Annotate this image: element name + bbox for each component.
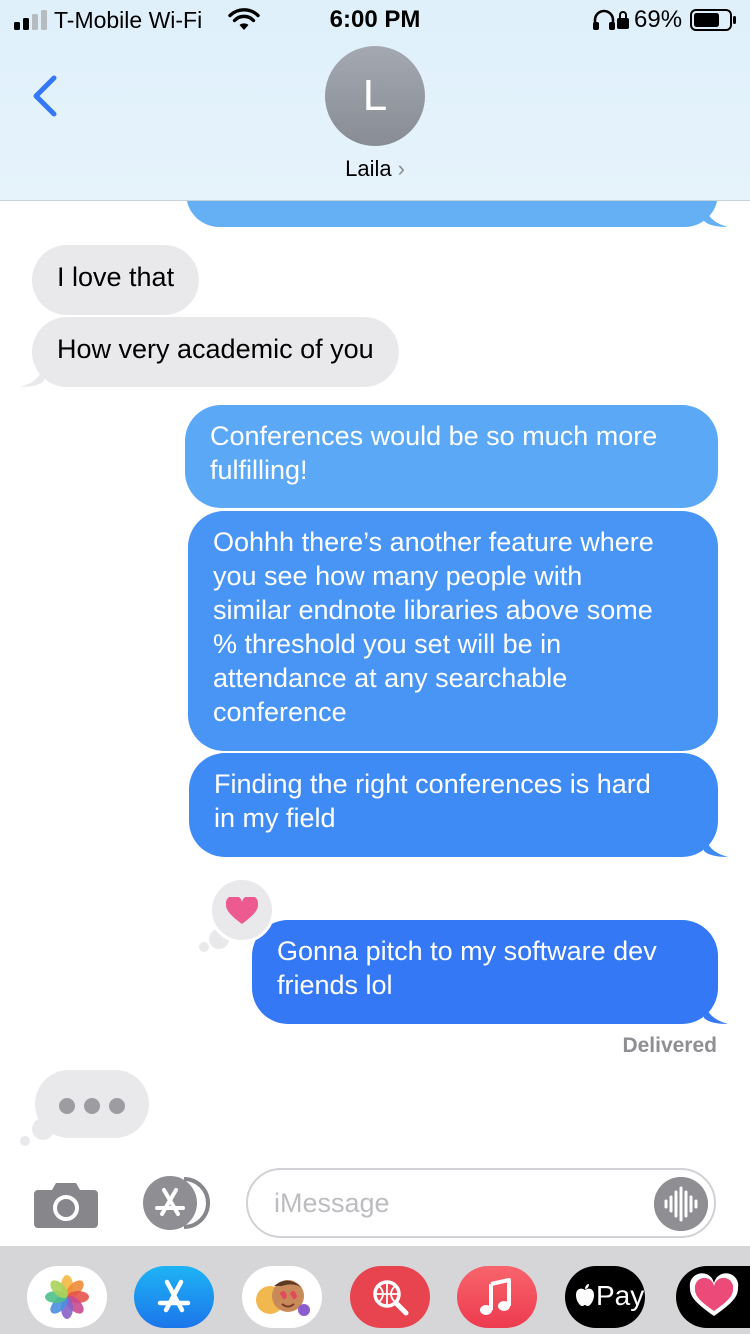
sent-message[interactable]: Oohhh there’s another feature where you … [188,511,718,751]
message-line: Finding the right conferences is hard [214,769,651,799]
message-line: Conferences would be so much more [210,421,658,451]
message-input-placeholder: iMessage [274,1188,390,1218]
app-store-app-button[interactable] [134,1266,214,1328]
message-line: Gonna pitch to my software dev [277,936,657,966]
message-line: conference [213,697,347,727]
message-line: in my field [214,803,336,833]
chevron-right-icon: › [397,156,405,181]
message-line: fulfilling! [210,455,308,485]
orientation-lock-icon [617,11,629,29]
typing-tail [20,1136,30,1146]
typing-dot [109,1098,125,1114]
message-line: similar endnote libraries above some [213,595,653,625]
apple-pay-app-button[interactable]: Pay [565,1266,645,1328]
heart-app-icon [689,1273,739,1316]
audio-message-button[interactable] [654,1177,708,1231]
headphones-icon [593,9,615,30]
contact-avatar[interactable]: L [325,46,425,146]
contact-name-button[interactable]: Laila › [0,156,750,182]
bubble-tail [704,831,728,857]
heart-app-button[interactable] [676,1266,750,1328]
music-icon [480,1278,511,1315]
message-line: attendance at any searchable [213,663,568,693]
apple-logo-icon [576,1284,594,1306]
battery-icon [690,9,736,31]
bubble-tail [704,998,728,1024]
typing-dot [84,1098,100,1114]
status-bar: T-Mobile Wi-Fi 6:00 PM 69% [0,0,750,40]
heart-reaction[interactable] [209,877,275,943]
typing-dot [59,1098,75,1114]
conversation-header: T-Mobile Wi-Fi 6:00 PM 69% L Laila › [0,0,750,201]
sent-message[interactable]: Finding the right conferences is hard in… [189,753,728,857]
message-line: % threshold you set will be in [213,629,562,659]
heart-icon [226,897,258,924]
music-app-button[interactable] [457,1266,537,1328]
message-line: friends lol [277,970,393,1000]
bubble-tail [20,361,44,387]
typing-indicator [35,1070,149,1138]
contact-name: Laila [345,156,392,181]
photos-app-button[interactable] [27,1266,107,1328]
back-button[interactable] [28,72,64,120]
delivered-status: Delivered [622,1034,717,1057]
apple-pay-label: Pay [596,1280,645,1311]
app-store-button[interactable] [140,1176,212,1230]
app-store-icon [157,1279,191,1313]
photos-icon [45,1275,89,1319]
camera-button[interactable] [34,1178,98,1228]
memoji-icon [256,1280,310,1316]
bubble-tail [704,201,728,227]
received-message[interactable]: I love that [32,245,200,315]
message-text: How very academic of you [57,334,374,364]
message-line: you see how many people with [213,561,583,591]
message-line: Oohhh there’s another feature where [213,527,654,557]
web-search-app-button[interactable] [350,1266,430,1328]
sent-message[interactable]: Conferences would be so much more fulfil… [185,405,718,508]
message-text: I love that [57,262,175,292]
web-search-icon [373,1280,409,1316]
memoji-app-button[interactable] [242,1266,322,1328]
message-input[interactable]: iMessage [246,1168,716,1238]
received-message[interactable]: How very academic of you [20,317,399,387]
sent-message[interactable]: Gonna pitch to my software dev friends l… [252,920,728,1024]
battery-percent: 69% [634,6,683,33]
